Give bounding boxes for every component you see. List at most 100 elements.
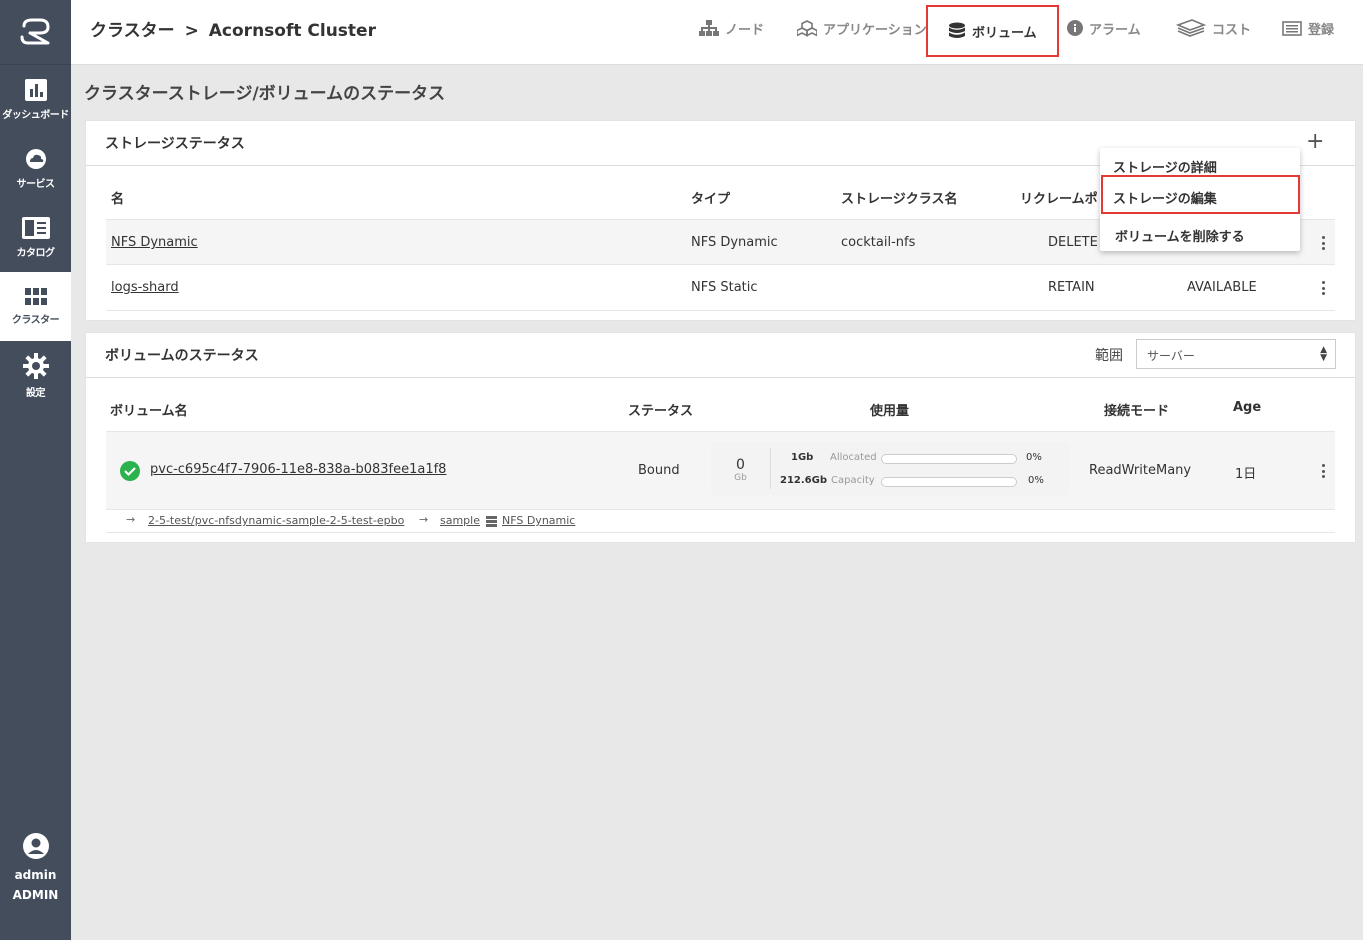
storage-type: NFS Dynamic	[691, 235, 778, 250]
capacity-percent: 0%	[1028, 475, 1044, 486]
row-menu-icon[interactable]	[1321, 281, 1325, 295]
breadcrumb-root[interactable]: クラスター	[90, 21, 175, 41]
breadcrumb: クラスター > Acornsoft Cluster	[90, 16, 376, 41]
storage-status: AVAILABLE	[1187, 280, 1257, 295]
usage-meter: 0 Gb 1Gb Allocated 0% 212.6Gb Capacity 0…	[711, 442, 1069, 495]
database-icon	[949, 22, 965, 38]
sidebar-item-label: カタログ	[16, 247, 56, 259]
table-row[interactable]: logs-shard NFS Static RETAIN AVAILABLE	[106, 265, 1335, 311]
chart-icon	[24, 78, 47, 101]
storage-type: NFS Static	[691, 280, 758, 295]
tab-applications[interactable]: アプリケーション	[797, 0, 927, 56]
tab-register[interactable]: 登録	[1282, 0, 1334, 56]
volume-panel-title: ボリュームのステータス	[105, 348, 259, 364]
scope-select[interactable]: サーバー ▲ ▼	[1136, 339, 1336, 369]
volume-status: Bound	[638, 463, 680, 478]
user-profile[interactable]: admin ADMIN	[0, 833, 71, 902]
node-tree-icon	[699, 19, 719, 36]
list-icon	[1282, 20, 1302, 36]
usage-unit: Gb	[734, 473, 747, 483]
allocated-bar	[881, 454, 1017, 464]
tab-label: アプリケーション	[823, 22, 927, 38]
logo-icon	[20, 18, 49, 45]
arrow-right-icon: →	[419, 513, 429, 526]
capacity-amount: 212.6Gb	[780, 475, 827, 486]
allocated-amount: 1Gb	[791, 452, 814, 463]
column-header-volume-name: ボリューム名	[110, 404, 188, 419]
tab-alarms[interactable]: アラーム	[1067, 0, 1141, 56]
tab-label: コスト	[1212, 22, 1252, 38]
column-header-class: ストレージクラス名	[841, 192, 958, 207]
sidebar-item-label: クラスター	[11, 314, 60, 326]
app-logo[interactable]	[0, 0, 71, 65]
top-header: クラスター > Acornsoft Cluster ノード アプリケーション ボ…	[71, 0, 1363, 65]
column-header-type: タイプ	[691, 192, 731, 207]
cloud-icon	[25, 148, 46, 169]
scope-select-value: サーバー	[1147, 349, 1195, 363]
catalog-icon	[21, 216, 50, 239]
avatar-icon	[22, 833, 49, 859]
storage-name-link[interactable]: logs-shard	[111, 280, 179, 295]
volume-name-link[interactable]: pvc-c695c4f7-7906-11e8-838a-b083fee1a1f8	[150, 462, 446, 477]
sidebar-item-cluster[interactable]: クラスター	[0, 272, 71, 341]
page-title: クラスターストレージ/ボリュームのステータス	[84, 84, 446, 104]
check-circle-icon	[120, 461, 140, 481]
sidebar: ダッシュボード サービス カタログ クラスター 設定 admin ADMIN	[0, 0, 71, 940]
column-header-usage: 使用量	[870, 404, 910, 419]
breadcrumb-current: Acornsoft Cluster	[208, 21, 376, 41]
usage-total: 0 Gb	[711, 442, 770, 495]
tab-label: アラーム	[1089, 22, 1141, 38]
column-header-reclaim: リクレームポリ	[1020, 192, 1111, 207]
arrow-right-icon: →	[126, 513, 136, 526]
app-link[interactable]: sample	[440, 514, 480, 527]
row-menu-icon[interactable]	[1321, 236, 1325, 250]
tab-label: ボリューム	[972, 25, 1037, 41]
cubes-icon	[797, 19, 817, 37]
grid-icon	[24, 287, 47, 305]
volume-path-row: → 2-5-test/pvc-nfsdynamic-sample-2-5-tes…	[106, 510, 1335, 533]
allocated-label: Allocated	[830, 452, 877, 463]
row-menu-icon[interactable]	[1321, 464, 1325, 478]
column-header-status: ステータス	[628, 404, 694, 419]
storage-reclaim: DELETE	[1048, 235, 1098, 250]
menu-item-storage-details[interactable]: ストレージの詳細	[1113, 157, 1217, 176]
menu-highlight-frame	[1101, 175, 1300, 214]
money-icon	[1176, 19, 1206, 37]
sidebar-item-settings[interactable]: 設定	[0, 341, 71, 410]
scope-label: 範囲	[1095, 348, 1123, 364]
usage-value: 0	[736, 457, 745, 473]
storage-name-link[interactable]: NFS Dynamic	[111, 235, 198, 250]
column-header-age: Age	[1233, 400, 1262, 415]
user-role: ADMIN	[12, 888, 59, 902]
tab-nodes[interactable]: ノード	[699, 0, 764, 56]
volume-age: 1日	[1235, 467, 1257, 482]
divider	[86, 377, 1355, 378]
sidebar-item-label: 設定	[26, 387, 46, 399]
storage-panel-title: ストレージステータス	[105, 136, 245, 152]
storage-link[interactable]: NFS Dynamic	[502, 514, 575, 527]
column-header-name: 名	[111, 192, 125, 207]
sidebar-item-label: ダッシュボード	[2, 109, 69, 121]
sidebar-item-catalog[interactable]: カタログ	[0, 203, 71, 272]
storage-reclaim: RETAIN	[1048, 280, 1095, 295]
tab-label: ノード	[725, 22, 765, 38]
claim-path-link[interactable]: 2-5-test/pvc-nfsdynamic-sample-2-5-test-…	[148, 514, 404, 527]
storage-class: cocktail-nfs	[841, 235, 916, 250]
menu-item-delete-volume[interactable]: ボリュームを削除する	[1115, 226, 1245, 245]
capacity-bar	[881, 477, 1017, 487]
gear-icon	[22, 352, 49, 379]
column-header-mode: 接続モード	[1104, 404, 1170, 419]
sort-arrows-icon: ▲ ▼	[1320, 345, 1327, 363]
volume-access-mode: ReadWriteMany	[1089, 463, 1192, 478]
sidebar-item-service[interactable]: サービス	[0, 134, 71, 203]
info-icon	[1067, 20, 1083, 36]
user-name: admin	[14, 868, 57, 882]
add-storage-button[interactable]: +	[1306, 129, 1324, 154]
tab-volumes[interactable]: ボリューム	[926, 5, 1059, 57]
sidebar-item-dashboard[interactable]: ダッシュボード	[0, 65, 71, 134]
tab-cost[interactable]: コスト	[1176, 0, 1251, 56]
sidebar-item-label: サービス	[16, 178, 56, 190]
allocated-percent: 0%	[1026, 452, 1042, 463]
breadcrumb-separator: >	[184, 21, 199, 41]
server-icon	[486, 516, 497, 527]
